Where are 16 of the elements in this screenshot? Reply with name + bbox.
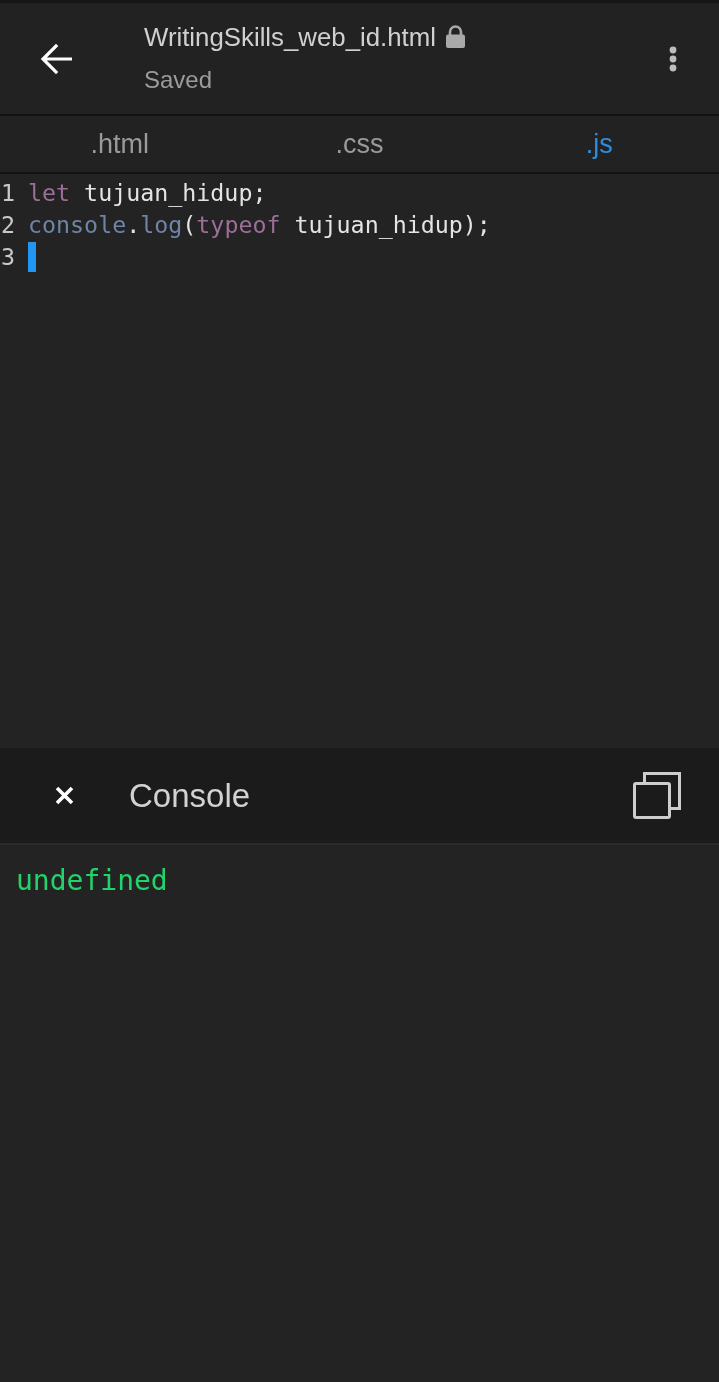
console-title: Console [129, 775, 251, 816]
save-status: Saved [144, 65, 213, 95]
line-number: 2 [0, 211, 16, 238]
code-line: console.log(typeof tujuan_hidup); [28, 210, 491, 240]
file-tab[interactable]: .css [329, 124, 390, 164]
more-menu-icon[interactable] [669, 45, 677, 72]
file-title: WritingSkills_web_id.html [144, 22, 436, 52]
file-tab[interactable]: .js [579, 124, 619, 164]
console-output: undefined [16, 864, 168, 898]
copy-icon[interactable] [633, 772, 681, 819]
code-line: let tujuan_hidup; [28, 178, 267, 208]
line-number: 3 [0, 243, 16, 270]
file-tab[interactable]: .html [84, 124, 156, 164]
back-arrow-icon[interactable] [40, 43, 72, 74]
close-icon[interactable] [55, 786, 74, 805]
line-number: 1 [0, 179, 16, 206]
